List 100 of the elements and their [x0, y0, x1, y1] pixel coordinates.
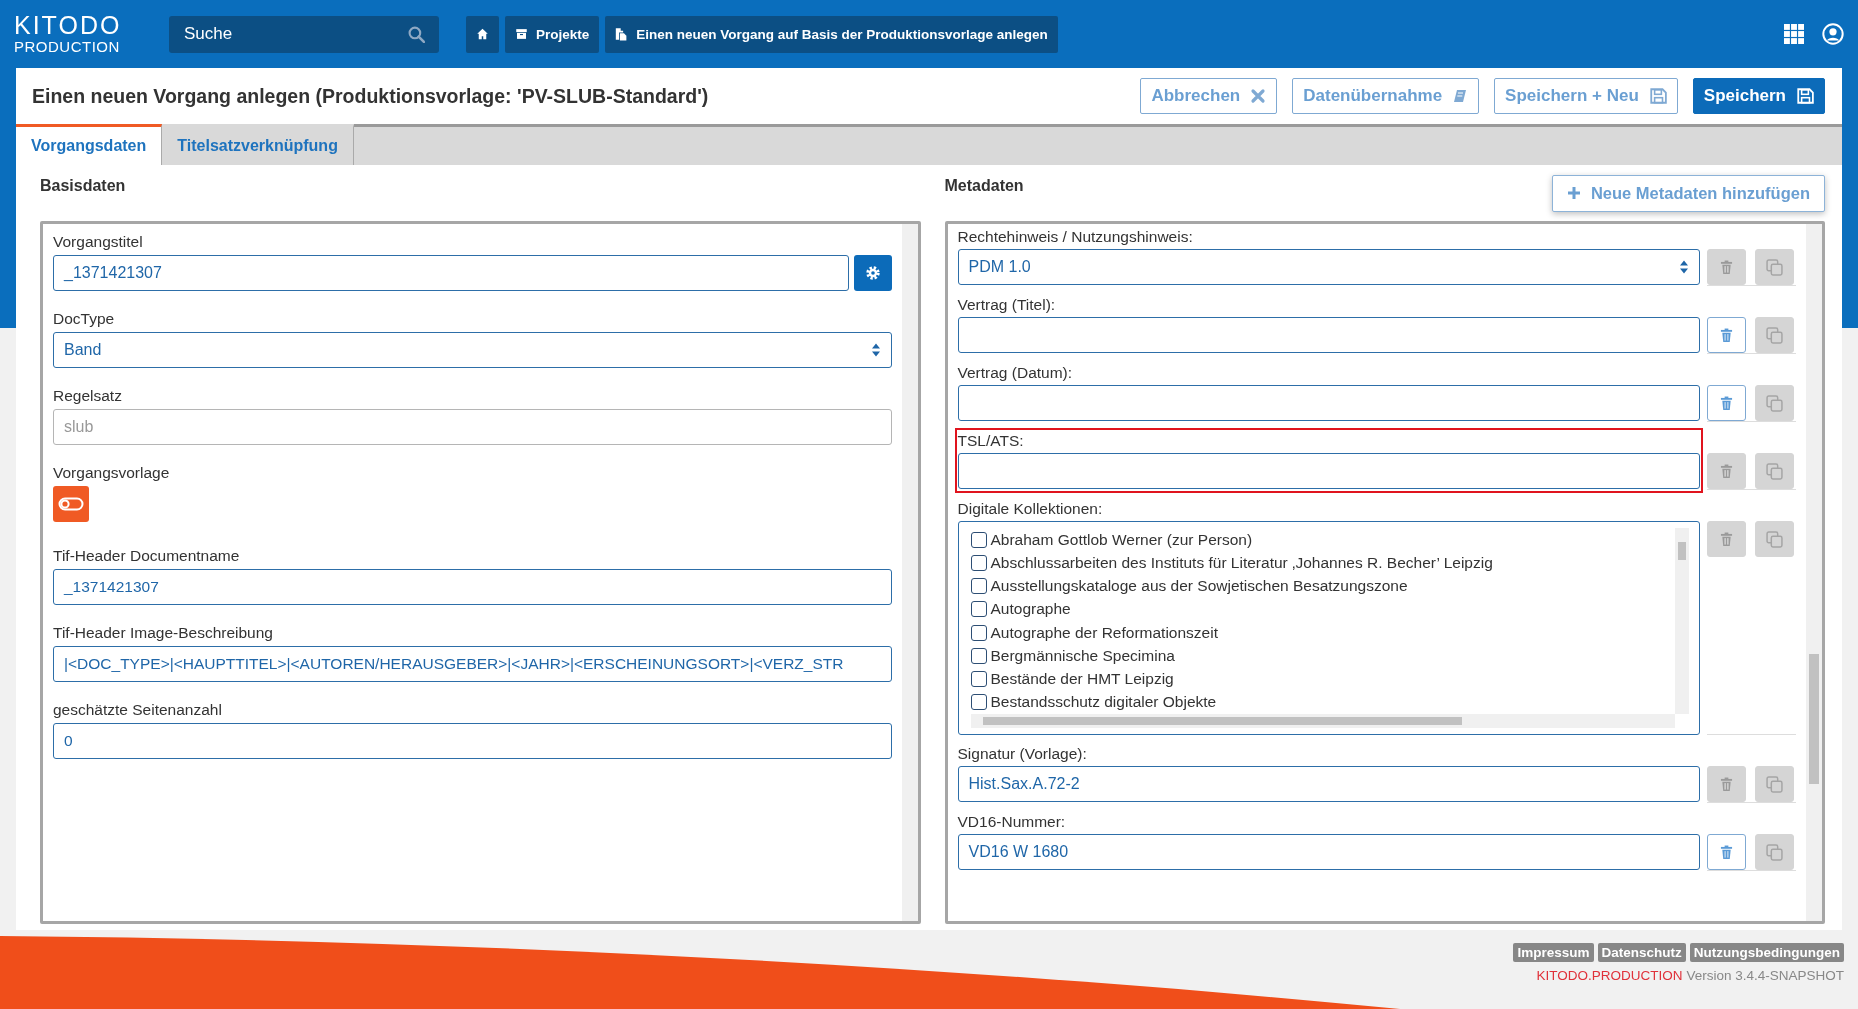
- copy-icon: [1766, 258, 1783, 276]
- toggle-icon: [58, 496, 84, 512]
- checkbox[interactable]: [970, 624, 987, 641]
- delete-button[interactable]: [1707, 834, 1746, 870]
- copy-icon: [1766, 462, 1783, 480]
- copy-button[interactable]: [1755, 834, 1794, 870]
- copy-button[interactable]: [1755, 521, 1794, 557]
- field-label: Signatur (Vorlage):: [957, 744, 1088, 764]
- checkbox[interactable]: [970, 554, 987, 571]
- copy-button[interactable]: [1755, 385, 1794, 421]
- search-icon: [408, 25, 425, 43]
- breadcrumb[interactable]: [466, 15, 499, 53]
- home-icon: [476, 28, 489, 40]
- footer-link[interactable]: Impressum: [1513, 943, 1594, 962]
- copy-icon: [1766, 530, 1783, 548]
- field-label: Vorgangstitel: [53, 232, 144, 252]
- field-label: VD16-Nummer:: [957, 812, 1067, 832]
- field-label: Tif-Header Image-Beschreibung: [53, 623, 274, 643]
- copy-icon: [1766, 326, 1783, 344]
- copy-icon: [1766, 843, 1783, 861]
- copy-button[interactable]: [1755, 317, 1794, 353]
- option-label[interactable]: Ausstellungskataloge aus der Sowjetischen Besatzungszone: [990, 577, 1408, 596]
- trash-icon: [1720, 395, 1733, 411]
- section-heading: Basisdaten: [40, 177, 126, 195]
- settings-button[interactable]: [853, 255, 892, 291]
- trash-icon: [1720, 531, 1733, 547]
- checkbox[interactable]: [970, 578, 987, 595]
- save-icon: [1648, 87, 1667, 105]
- field-label: Vertrag (Titel):: [957, 295, 1057, 315]
- copy-button[interactable]: [1755, 766, 1794, 802]
- input-field[interactable]: _1371421307: [53, 255, 849, 291]
- trash-icon: [1720, 844, 1733, 860]
- trash-icon: [1720, 776, 1733, 792]
- box-icon: [515, 28, 528, 40]
- trash-icon: [1720, 463, 1733, 479]
- search-field[interactable]: Suche: [169, 15, 439, 53]
- breadcrumb[interactable]: Projekte: [505, 15, 600, 53]
- input-field[interactable]: VD16 W 1680: [957, 834, 1700, 870]
- save-icon: [1796, 87, 1814, 105]
- input-field[interactable]: Hist.Sax.A.72-2: [957, 766, 1700, 802]
- input-field[interactable]: [957, 385, 1700, 421]
- document-icon: [615, 27, 629, 41]
- trash-icon: [1720, 259, 1733, 275]
- option-label[interactable]: Bergmännische Specimina: [990, 646, 1175, 665]
- input-field: slub: [53, 409, 892, 445]
- input-field[interactable]: [957, 317, 1700, 353]
- option-label[interactable]: Abschlussarbeiten des Instituts für Literatur ‚Johannes R. Becher’ Leipzig: [990, 553, 1493, 572]
- checkbox[interactable]: [970, 694, 987, 711]
- copy-icon: [1766, 394, 1783, 412]
- checkbox[interactable]: [970, 531, 987, 548]
- select-arrows-icon: [870, 342, 881, 358]
- scrollbar[interactable]: [970, 714, 1675, 728]
- input-field[interactable]: [957, 453, 1700, 489]
- input-field[interactable]: _1371421307: [53, 569, 892, 605]
- input-field[interactable]: 0: [53, 723, 892, 759]
- delete-button[interactable]: [1707, 385, 1746, 421]
- option-label[interactable]: Abraham Gottlob Werner (zur Person): [990, 530, 1253, 549]
- copy-button[interactable]: [1755, 249, 1794, 285]
- trash-icon: [1720, 327, 1733, 343]
- page-title: Einen neuen Vorgang anlegen (Produktionsvorlage: 'PV-SLUB-Standard'): [32, 84, 709, 108]
- close-icon: [1250, 88, 1267, 104]
- section-heading: Metadaten: [944, 177, 1024, 195]
- field-label: DocType: [53, 309, 116, 329]
- option-label[interactable]: Bestandsschutz digitaler Objekte: [990, 693, 1217, 712]
- field-label: Digitale Kollektionen:: [957, 499, 1104, 519]
- copy-icon: [1766, 775, 1783, 793]
- field-label: Rechtehinweis / Nutzungshinweis:: [957, 227, 1194, 247]
- field-label: Regelsatz: [53, 386, 123, 406]
- field-label: Vorgangsvorlage: [53, 463, 171, 483]
- field-label: Tif-Header Documentname: [53, 546, 241, 566]
- plus-icon: [1566, 186, 1581, 200]
- scrollbar[interactable]: [1806, 224, 1822, 921]
- checkbox[interactable]: [970, 647, 987, 664]
- delete-button[interactable]: [1707, 317, 1746, 353]
- copy-button[interactable]: [1755, 453, 1794, 489]
- scrollbar[interactable]: [901, 224, 918, 921]
- footer-link[interactable]: Nutzungsbedingungen: [1689, 943, 1844, 962]
- field-label: Vertrag (Datum):: [957, 363, 1074, 383]
- gear-icon: [864, 265, 881, 281]
- tab[interactable]: Vorgangsdaten: [16, 124, 163, 165]
- book-icon: [1452, 88, 1469, 104]
- tab[interactable]: Titelsatzverknüpfung: [162, 124, 354, 165]
- option-label[interactable]: Autographe: [990, 600, 1071, 619]
- field-label: TSL/ATS:: [957, 431, 1025, 451]
- toggle-switch[interactable]: [53, 486, 89, 522]
- checkbox[interactable]: [970, 601, 987, 618]
- select-arrows-icon: [1679, 259, 1689, 275]
- select-field[interactable]: PDM 1.0: [957, 249, 1700, 285]
- toolbar-button[interactable]: Speichern: [1692, 78, 1825, 114]
- checkbox[interactable]: [970, 671, 987, 688]
- select-field[interactable]: Band: [53, 332, 892, 368]
- option-label[interactable]: Bestände der HMT Leipzig: [990, 670, 1174, 689]
- logo[interactable]: KITODO PRODUCTION: [14, 13, 155, 55]
- input-field[interactable]: |<DOC_TYPE>|<HAUPTTITEL>|<AUTOREN/HERAUSGEBER>|<JAHR>|<ERSCHEINUNGSORT>|<VERZ_STR: [53, 646, 892, 682]
- version-text: Version 3.4.4-SNAPSHOT: [1686, 968, 1844, 983]
- option-label[interactable]: Autographe der Reformationszeit: [990, 623, 1218, 642]
- scrollbar[interactable]: [1675, 528, 1689, 714]
- brand-text: KITODO.PRODUCTION: [1536, 968, 1683, 983]
- footer-link[interactable]: Datenschutz: [1597, 943, 1686, 962]
- breadcrumb[interactable]: Einen neuen Vorgang auf Basis der Produktionsvorlage anlegen: [605, 15, 1058, 53]
